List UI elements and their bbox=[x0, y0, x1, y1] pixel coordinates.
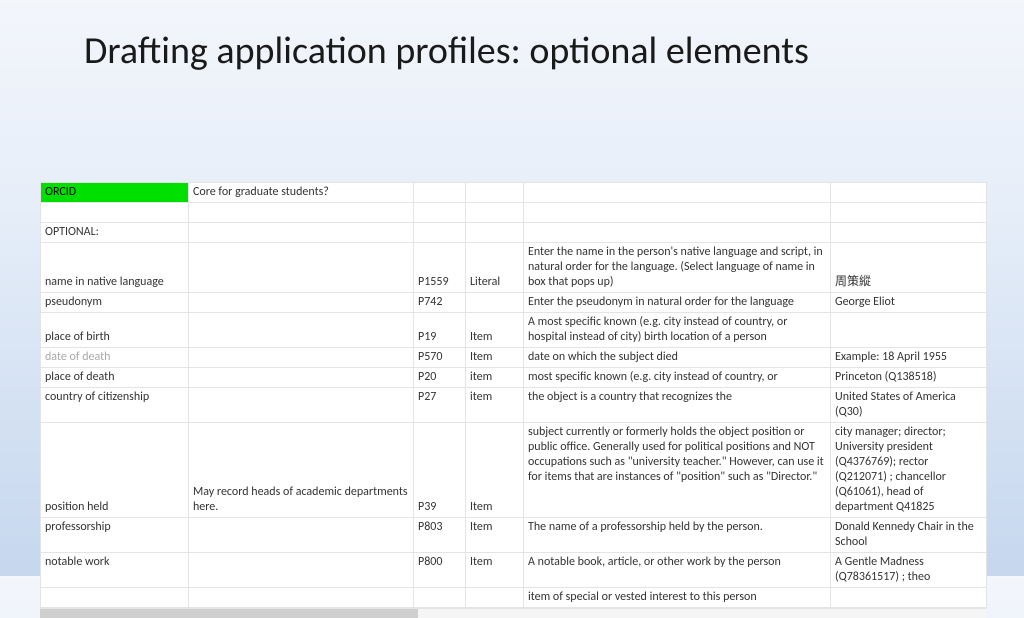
cell-example: 周策縱 bbox=[831, 243, 987, 293]
cell-type: item bbox=[466, 368, 524, 388]
cell-type: Literal bbox=[466, 243, 524, 293]
table-row bbox=[41, 203, 987, 223]
cell-type: Item bbox=[466, 553, 524, 588]
cell-label: place of death bbox=[41, 368, 189, 388]
cell-label: name in native language bbox=[41, 243, 189, 293]
cell-prop: P570 bbox=[414, 348, 466, 368]
cell-label: ORCID bbox=[41, 183, 189, 203]
cell-label: OPTIONAL: bbox=[41, 223, 189, 243]
cell-example: city manager; director; University presi… bbox=[831, 423, 987, 518]
cell-prop: P803 bbox=[414, 518, 466, 553]
table-row: pseudonym P742 Enter the pseudonym in na… bbox=[41, 293, 987, 313]
page-title: Drafting application profiles: optional … bbox=[0, 0, 1024, 76]
cell-desc: The name of a professorship held by the … bbox=[524, 518, 831, 553]
cell-type: Item bbox=[466, 518, 524, 553]
cell-desc: most specific known (e.g. city instead o… bbox=[524, 368, 831, 388]
table-row: name in native language P1559 Literal En… bbox=[41, 243, 987, 293]
table-row: item of special or vested interest to th… bbox=[41, 588, 987, 608]
cell-example: Donald Kennedy Chair in the School bbox=[831, 518, 987, 553]
cell-desc: Enter the pseudonym in natural order for… bbox=[524, 293, 831, 313]
cell-example: Princeton (Q138518) bbox=[831, 368, 987, 388]
cell-prop: P19 bbox=[414, 313, 466, 348]
table-row: country of citizenship P27 item the obje… bbox=[41, 388, 987, 423]
table-row: OPTIONAL: bbox=[41, 223, 987, 243]
cell-note: May record heads of academic departments… bbox=[189, 423, 414, 518]
cell-note: Core for graduate students? bbox=[189, 183, 414, 203]
cell-desc: A notable book, article, or other work b… bbox=[524, 553, 831, 588]
cell-label: date of death bbox=[41, 348, 189, 368]
horizontal-scrollbar[interactable] bbox=[40, 608, 986, 618]
table-row: date of death P570 Item date on which th… bbox=[41, 348, 987, 368]
scrollbar-thumb[interactable] bbox=[40, 609, 418, 618]
cell-example: George Eliot bbox=[831, 293, 987, 313]
cell-prop: P20 bbox=[414, 368, 466, 388]
cell-label: place of birth bbox=[41, 313, 189, 348]
cell-desc: item of special or vested interest to th… bbox=[524, 588, 831, 608]
table-row: ORCID Core for graduate students? bbox=[41, 183, 987, 203]
cell-desc: the object is a country that recognizes … bbox=[524, 388, 831, 423]
cell-example: United States of America (Q30) bbox=[831, 388, 987, 423]
spreadsheet-table: ORCID Core for graduate students? OPTION… bbox=[40, 182, 986, 618]
table-row: position held May record heads of academ… bbox=[41, 423, 987, 518]
cell-prop: P1559 bbox=[414, 243, 466, 293]
table-row: notable work P800 Item A notable book, a… bbox=[41, 553, 987, 588]
cell-type: Item bbox=[466, 313, 524, 348]
cell-prop: P39 bbox=[414, 423, 466, 518]
cell-label: professorship bbox=[41, 518, 189, 553]
cell-label: position held bbox=[41, 423, 189, 518]
cell-desc: subject currently or formerly holds the … bbox=[524, 423, 831, 518]
cell-example: Example: 18 April 1955 bbox=[831, 348, 987, 368]
cell-prop: P800 bbox=[414, 553, 466, 588]
cell-type: item bbox=[466, 388, 524, 423]
cell-desc: date on which the subject died bbox=[524, 348, 831, 368]
cell-desc: Enter the name in the person's native la… bbox=[524, 243, 831, 293]
cell-prop: P742 bbox=[414, 293, 466, 313]
cell-prop: P27 bbox=[414, 388, 466, 423]
table-row: professorship P803 Item The name of a pr… bbox=[41, 518, 987, 553]
cell-label: pseudonym bbox=[41, 293, 189, 313]
cell-type: Item bbox=[466, 423, 524, 518]
table-row: place of birth P19 Item A most specific … bbox=[41, 313, 987, 348]
cell-type: Item bbox=[466, 348, 524, 368]
cell-example: A Gentle Madness (Q78361517) ; theo bbox=[831, 553, 987, 588]
cell-desc: A most specific known (e.g. city instead… bbox=[524, 313, 831, 348]
cell-label: country of citizenship bbox=[41, 388, 189, 423]
cell-label: notable work bbox=[41, 553, 189, 588]
table-row: place of death P20 item most specific kn… bbox=[41, 368, 987, 388]
